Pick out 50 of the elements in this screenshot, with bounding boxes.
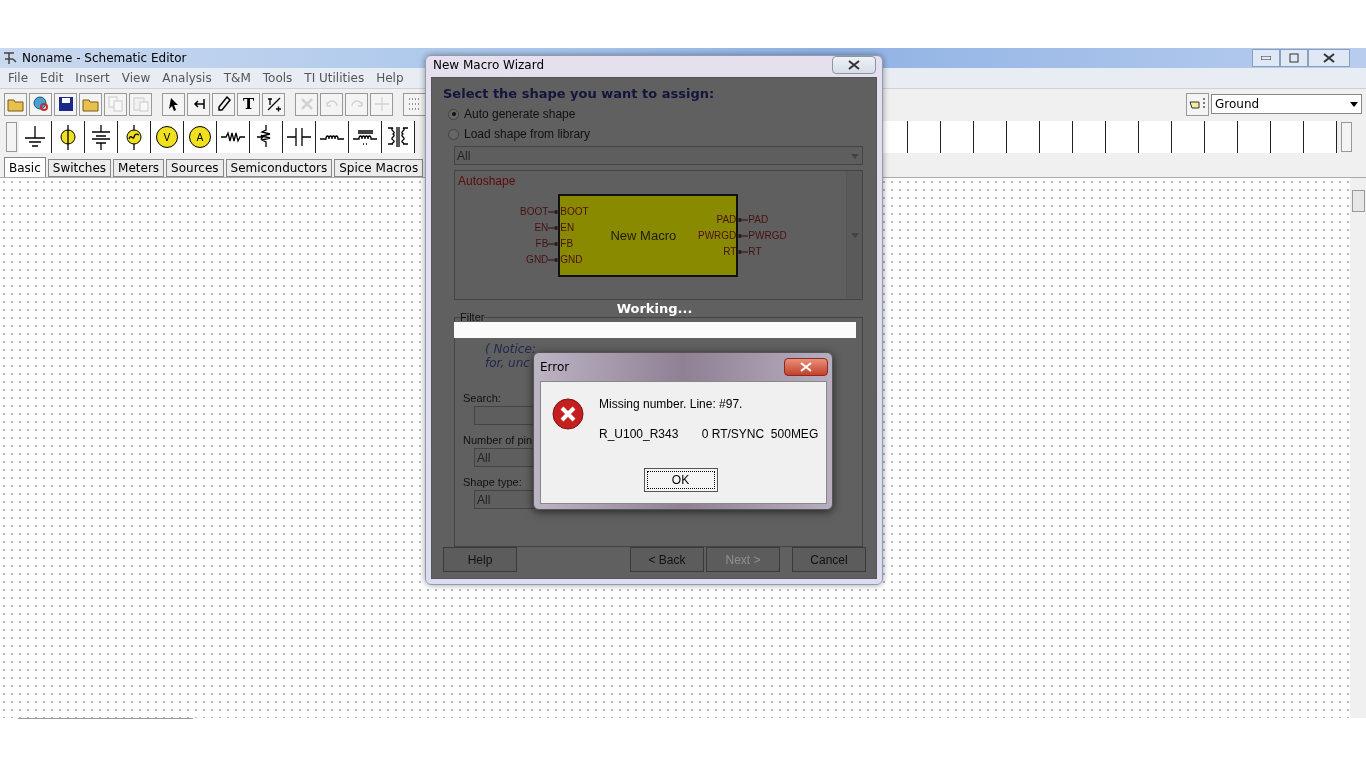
pin-label: GND <box>560 254 583 265</box>
menu-item[interactable]: Edit <box>34 71 70 85</box>
menu-item[interactable]: Analysis <box>156 71 218 85</box>
menu-item[interactable]: Tools <box>256 71 299 85</box>
palette-tab[interactable]: Meters <box>113 159 165 177</box>
search-label: Search: <box>463 392 501 404</box>
error-detail: R_U100_R343 0 RT/SYNC 500MEG <box>599 427 820 441</box>
pin-label: PAD <box>748 214 769 225</box>
pin-label: PAD <box>716 214 737 225</box>
shape-type-label: Shape type: <box>463 476 522 488</box>
pin-label: PWRGD <box>748 230 787 241</box>
palette-tab[interactable]: Basic <box>4 157 46 177</box>
pins-label: Number of pin <box>463 434 533 446</box>
menu-item[interactable]: Insert <box>69 71 116 85</box>
pin-label: RT <box>748 246 762 257</box>
menu-item[interactable]: View <box>115 71 157 85</box>
palette-button[interactable]: V <box>151 121 184 153</box>
pin-label: GND <box>526 254 549 265</box>
menu-item[interactable]: T&M <box>217 71 257 85</box>
meter-icon: A <box>189 126 211 148</box>
pin-label: FB <box>560 238 574 249</box>
error-message: Missing number. Line: #97. <box>599 397 743 411</box>
pin-label: BOOT <box>560 206 589 217</box>
component-dropdown[interactable]: Ground <box>1211 94 1362 114</box>
notice-text: for, unc <box>485 356 530 370</box>
notice-text: ( Notice: <box>485 342 536 356</box>
pin-label: EN <box>534 222 549 233</box>
filter-title: Filter <box>460 311 485 323</box>
window-title: Noname - Schematic Editor <box>22 51 187 65</box>
palette-tab[interactable]: Sources <box>166 159 224 177</box>
palette-tab[interactable]: Semiconductors <box>225 159 333 177</box>
menu-item[interactable]: File <box>2 71 35 85</box>
toolbar-button[interactable]: T <box>237 92 260 116</box>
wizard-heading: Select the shape you want to assign: <box>443 86 716 101</box>
dialog-title: New Macro Wizard <box>433 58 545 72</box>
menu-item[interactable]: TI Utilities <box>298 71 371 85</box>
palette-tab[interactable]: Spice Macros <box>334 159 424 177</box>
pin-label: BOOT <box>520 206 549 217</box>
menu-item[interactable]: Help <box>370 71 410 85</box>
pin-label: PWRGD <box>698 230 737 241</box>
dialog-title: Error <box>540 359 570 374</box>
pin-label: FB <box>535 238 549 249</box>
meter-icon: V <box>156 126 178 148</box>
palette-button[interactable]: A <box>184 121 217 153</box>
ok-button[interactable]: OK <box>643 468 718 492</box>
palette-tab[interactable]: Switches <box>47 159 112 177</box>
preview-title: Autoshape <box>458 174 517 188</box>
macro-name: New Macro <box>610 228 677 243</box>
pin-label: RT <box>723 246 737 257</box>
pin-label: EN <box>560 222 575 233</box>
